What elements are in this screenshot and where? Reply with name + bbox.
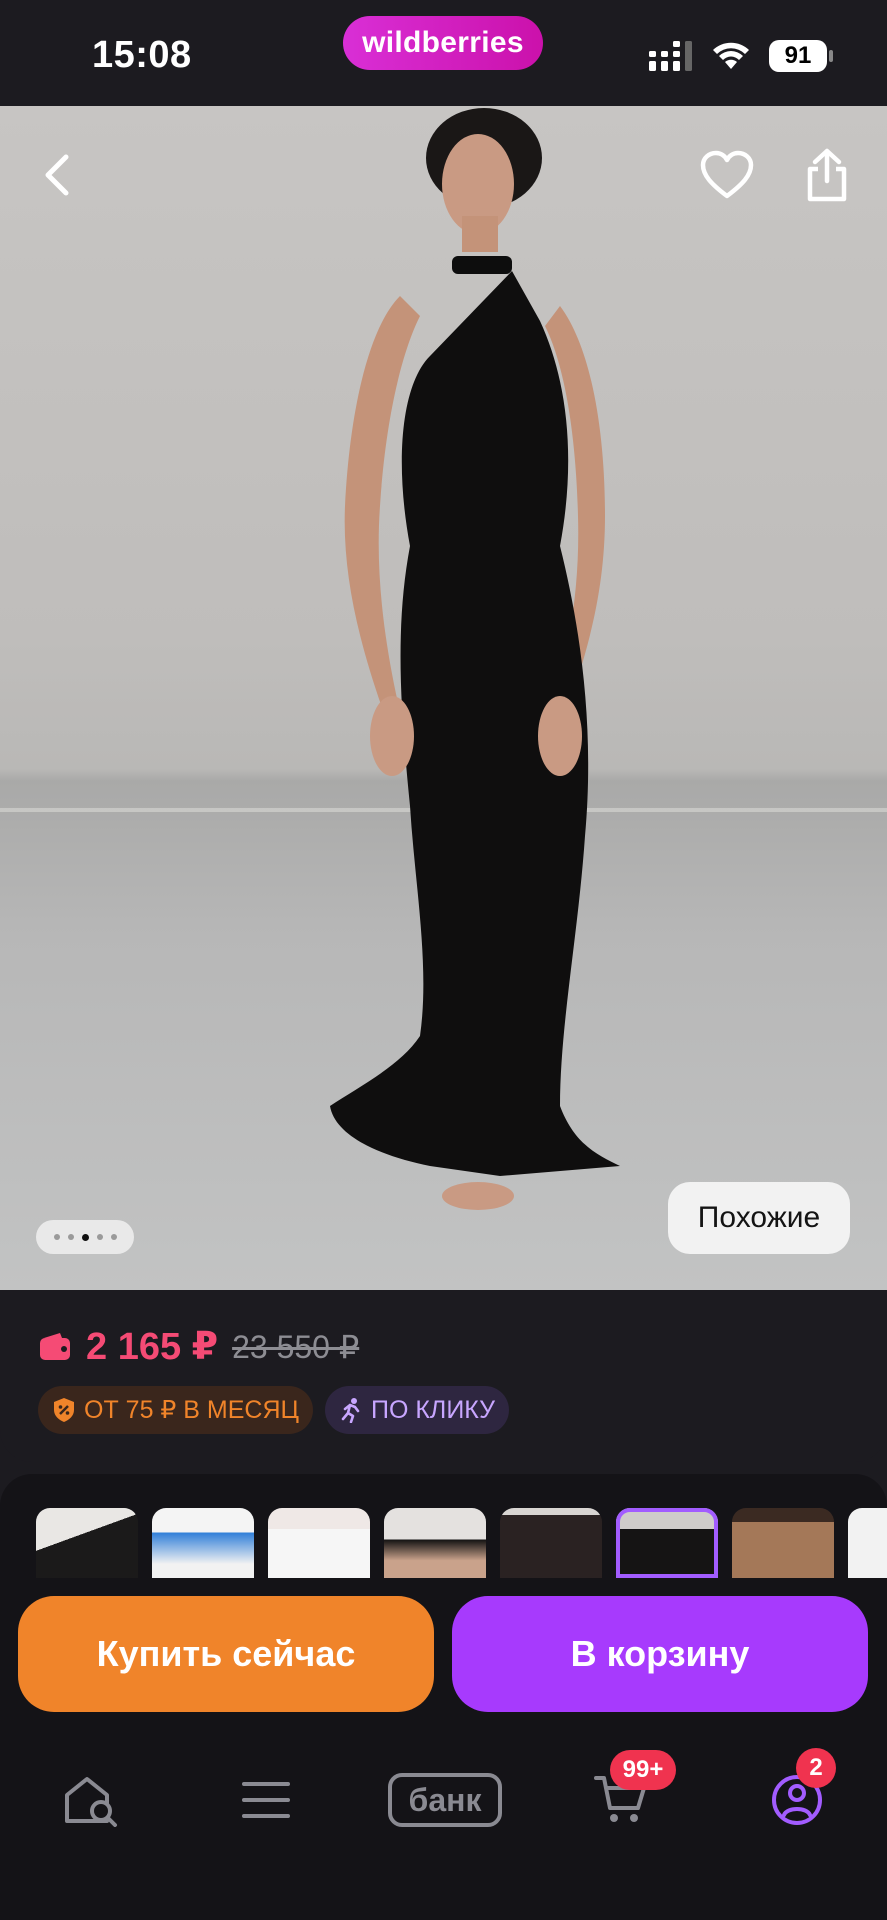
pagination-dot-active[interactable] bbox=[81, 1233, 89, 1241]
running-person-icon bbox=[341, 1398, 360, 1423]
battery-icon: 91 bbox=[769, 40, 833, 72]
tab-bar: банк 99+ 2 bbox=[0, 1730, 887, 1920]
current-price: 2 165 ₽ bbox=[86, 1326, 219, 1368]
variant-thumbnail[interactable] bbox=[732, 1508, 834, 1578]
percent-shield-icon bbox=[54, 1398, 74, 1422]
share-icon bbox=[807, 148, 847, 202]
price-row: 2 165 ₽ 23 550 ₽ bbox=[38, 1324, 359, 1369]
badges: ОТ 75 ₽ В МЕСЯЦ ПО КЛИКУ bbox=[38, 1386, 510, 1434]
installment-badge[interactable]: ОТ 75 ₽ В МЕСЯЦ bbox=[38, 1386, 313, 1434]
brand-logo[interactable]: wildberries bbox=[343, 16, 543, 70]
pagination-dot[interactable] bbox=[67, 1234, 74, 1240]
tab-bank[interactable]: банк bbox=[385, 1760, 505, 1840]
variant-thumbnail[interactable] bbox=[268, 1508, 370, 1578]
price-card: 2 165 ₽ 23 550 ₽ ОТ 75 ₽ В МЕСЯЦ ПО КЛИК… bbox=[0, 1290, 887, 1462]
variant-thumbnail[interactable] bbox=[848, 1508, 887, 1578]
tab-home[interactable] bbox=[46, 1760, 136, 1840]
tab-catalog[interactable] bbox=[221, 1760, 311, 1840]
pagination-dot[interactable] bbox=[53, 1234, 60, 1240]
bank-label: банк bbox=[388, 1773, 502, 1827]
photo-pagination[interactable] bbox=[36, 1220, 134, 1254]
variant-thumbnail[interactable] bbox=[152, 1508, 254, 1578]
installment-label: ОТ 75 ₽ В МЕСЯЦ bbox=[84, 1396, 299, 1424]
status-bar: 15:08 wildberries 91 bbox=[0, 0, 887, 106]
home-search-icon bbox=[65, 1777, 117, 1827]
back-icon bbox=[45, 154, 69, 196]
one-click-label: ПО КЛИКУ bbox=[371, 1395, 496, 1424]
heart-icon bbox=[700, 150, 754, 199]
status-time: 15:08 bbox=[92, 34, 192, 76]
variant-thumbnail[interactable] bbox=[384, 1508, 486, 1578]
dress-model-illustration bbox=[330, 108, 620, 1210]
buy-now-button[interactable]: Купить сейчас bbox=[18, 1596, 434, 1712]
one-click-badge[interactable]: ПО КЛИКУ bbox=[325, 1386, 510, 1434]
variant-thumbnail[interactable] bbox=[500, 1508, 602, 1578]
share-button[interactable] bbox=[792, 140, 862, 210]
old-price: 23 550 ₽ bbox=[232, 1328, 360, 1365]
signal-icon bbox=[649, 41, 692, 71]
variant-thumbnail[interactable] bbox=[36, 1508, 138, 1578]
catalog-menu-icon bbox=[242, 1782, 290, 1818]
cart-count-badge: 99+ bbox=[610, 1750, 676, 1790]
similar-button[interactable]: Похожие bbox=[668, 1182, 850, 1254]
profile-count-badge: 2 bbox=[796, 1748, 836, 1788]
variant-thumbnail-selected[interactable] bbox=[616, 1508, 718, 1578]
pagination-dot[interactable] bbox=[96, 1234, 103, 1240]
add-to-cart-button[interactable]: В корзину bbox=[452, 1596, 868, 1712]
product-photo[interactable]: Похожие bbox=[0, 106, 887, 1290]
wifi-icon bbox=[713, 42, 749, 69]
wallet-icon bbox=[40, 1332, 70, 1360]
variant-thumbnails[interactable] bbox=[36, 1508, 887, 1578]
pagination-dot[interactable] bbox=[110, 1234, 117, 1240]
back-button[interactable] bbox=[22, 140, 92, 210]
favorite-button[interactable] bbox=[692, 140, 762, 210]
status-icons: 91 bbox=[649, 40, 833, 72]
